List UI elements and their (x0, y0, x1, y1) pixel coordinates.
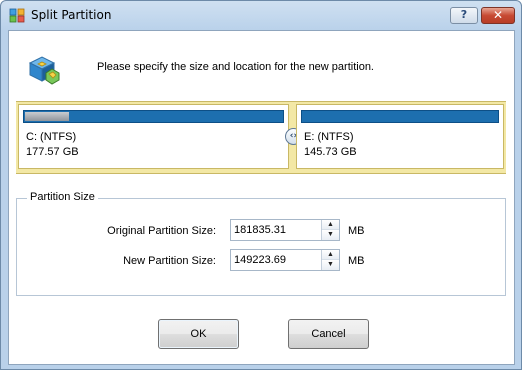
title-bar[interactable]: Split Partition ? ✕ (1, 1, 521, 29)
split-partition-icon (28, 56, 60, 85)
original-size-spinner: ▲ ▼ (230, 219, 340, 241)
original-size-unit: MB (348, 225, 365, 237)
new-size-spinner: ▲ ▼ (230, 249, 340, 271)
partition-wizard-icon (9, 8, 25, 23)
cancel-button[interactable]: Cancel (288, 319, 369, 349)
new-size-input[interactable] (231, 250, 322, 270)
original-size-label: Original Partition Size: (107, 225, 216, 237)
spin-down-icon[interactable]: ▼ (322, 230, 339, 240)
help-button[interactable]: ? (450, 7, 478, 24)
new-size-label: New Partition Size: (123, 255, 216, 267)
ok-button[interactable]: OK (158, 319, 239, 349)
partition-card-e[interactable]: E: (NTFS) 145.73 GB (296, 104, 504, 169)
close-icon: ✕ (492, 8, 504, 22)
spin-down-icon[interactable]: ▼ (322, 260, 339, 270)
partition-usage-fill (25, 112, 70, 121)
new-size-unit: MB (348, 255, 365, 267)
spin-buttons: ▲ ▼ (321, 220, 339, 240)
close-button[interactable]: ✕ (481, 7, 515, 24)
group-label: Partition Size (27, 191, 98, 203)
partition-card-c[interactable]: C: (NTFS) 177.57 GB (18, 104, 289, 169)
partition-usage-bar (301, 110, 499, 123)
partition-name: C: (NTFS) (26, 131, 77, 143)
partition-size: 145.73 GB (304, 146, 357, 158)
partition-size-group: Partition Size Original Partition Size: … (16, 191, 506, 296)
partition-size: 177.57 GB (26, 146, 79, 158)
spin-up-icon[interactable]: ▲ (322, 250, 339, 260)
help-icon: ? (460, 8, 468, 21)
dialog-body: Please specify the size and location for… (8, 30, 515, 365)
partition-name: E: (NTFS) (304, 131, 354, 143)
split-partition-dialog: Split Partition ? ✕ Please specify the s… (0, 0, 522, 370)
partition-map: C: (NTFS) 177.57 GB ‹› E: (NTFS) 145.73 … (16, 101, 506, 174)
instruction-text: Please specify the size and location for… (97, 61, 374, 73)
partition-usage-bar (23, 110, 284, 123)
original-size-input[interactable] (231, 220, 322, 240)
spin-up-icon[interactable]: ▲ (322, 220, 339, 230)
window-title: Split Partition (31, 8, 112, 22)
spin-buttons: ▲ ▼ (321, 250, 339, 270)
